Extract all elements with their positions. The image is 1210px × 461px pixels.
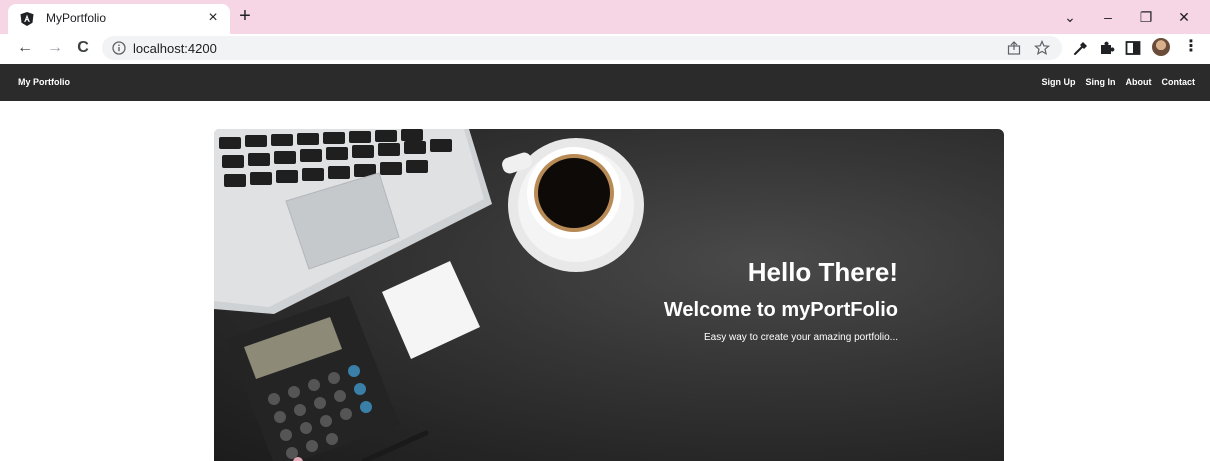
navbar-links: Sign Up Sing In About Contact	[1042, 77, 1196, 87]
tab-close-icon[interactable]: ×	[204, 9, 222, 27]
url-text[interactable]: localhost:4200	[133, 41, 217, 56]
navbar-brand[interactable]: My Portfolio	[18, 77, 70, 87]
hero-title: Hello There!	[747, 257, 898, 287]
sticky-note-illustration	[382, 261, 480, 359]
browser-toolbar: ← → C localhost:4200	[0, 34, 1210, 62]
browser-tab[interactable]: MyPortfolio ×	[8, 4, 230, 34]
info-icon[interactable]	[112, 41, 126, 55]
reload-icon[interactable]: C	[72, 37, 94, 59]
side-panel-icon[interactable]	[1124, 39, 1142, 57]
restore-icon[interactable]: ❐	[1132, 6, 1160, 28]
new-tab-icon[interactable]: +	[234, 5, 256, 27]
hero-subtitle: Welcome to myPortFolio	[663, 299, 898, 321]
nav-link-sign-up[interactable]: Sign Up	[1042, 77, 1076, 87]
eyedropper-icon[interactable]	[1072, 39, 1090, 57]
window-close-icon[interactable]: ✕	[1170, 6, 1198, 28]
coffee-cup-illustration	[502, 138, 644, 272]
tab-search-chevron-icon[interactable]: ⌄	[1056, 6, 1084, 28]
angular-icon	[20, 12, 34, 26]
bookmark-star-icon[interactable]	[1034, 40, 1050, 56]
nav-link-contact[interactable]: Contact	[1162, 77, 1196, 87]
address-bar[interactable]: localhost:4200	[102, 36, 1062, 60]
hero-banner: Hello There! Welcome to myPortFolio Easy…	[214, 129, 1004, 461]
pen-illustration	[361, 430, 429, 461]
share-icon[interactable]	[1006, 40, 1022, 56]
back-icon[interactable]: ←	[14, 37, 36, 59]
hero-tagline: Easy way to create your amazing portfoli…	[704, 332, 898, 343]
forward-icon[interactable]: →	[44, 37, 66, 59]
extensions-puzzle-icon[interactable]	[1098, 39, 1116, 57]
hero-background-image	[214, 129, 644, 461]
calculator-illustration	[226, 296, 400, 461]
tab-title: MyPortfolio	[46, 11, 107, 25]
profile-avatar[interactable]	[1152, 38, 1170, 56]
nav-link-about[interactable]: About	[1126, 77, 1152, 87]
browser-tab-strip: MyPortfolio × + ⌄ – ❐ ✕	[0, 0, 1210, 34]
minimize-icon[interactable]: –	[1094, 6, 1122, 28]
nav-link-sign-in[interactable]: Sing In	[1086, 77, 1116, 87]
app-navbar: My Portfolio Sign Up Sing In About Conta…	[0, 64, 1210, 101]
more-menu-icon[interactable]: ⋮	[1182, 37, 1200, 57]
